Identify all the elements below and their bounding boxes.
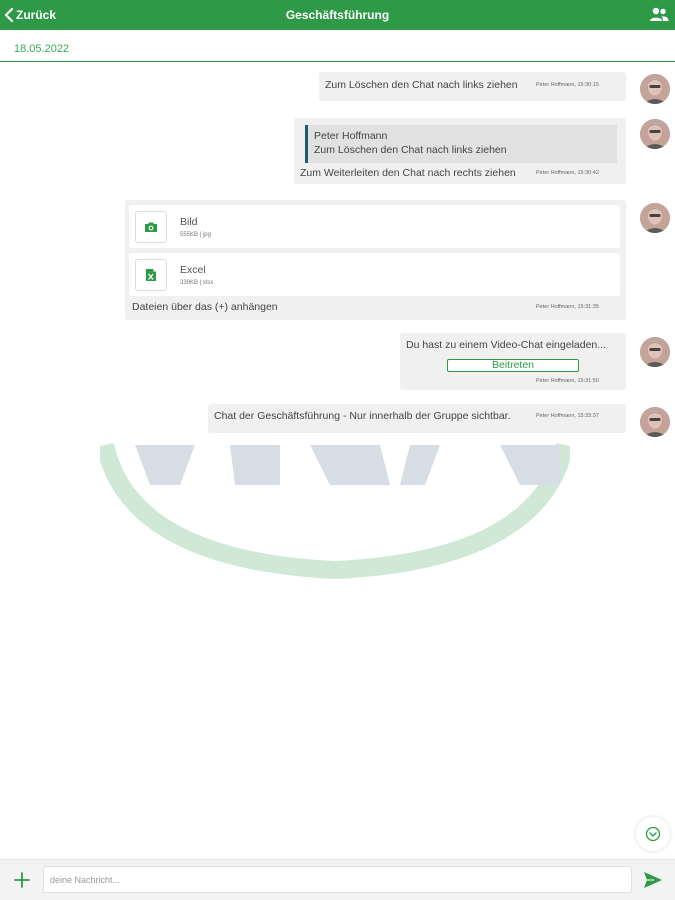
join-video-chat-button[interactable]: Beitreten xyxy=(447,359,579,372)
file-name: Bild xyxy=(180,216,198,228)
quote-author: Peter Hoffmann xyxy=(314,130,388,142)
camera-icon xyxy=(145,222,157,232)
file-attachment[interactable]: Excel 339KB | xlsx xyxy=(129,253,620,296)
send-icon xyxy=(644,872,662,888)
send-button[interactable] xyxy=(642,869,664,891)
person-photo-icon xyxy=(640,74,670,104)
group-members-button[interactable] xyxy=(649,6,669,24)
message-composer xyxy=(0,859,675,900)
chevron-left-icon xyxy=(4,8,14,22)
message-text: Du hast zu einem Video-Chat eingeladen..… xyxy=(406,339,607,351)
back-button[interactable]: Zurück xyxy=(4,0,56,30)
message-text: Zum Löschen den Chat nach links ziehen xyxy=(325,79,518,91)
avatar xyxy=(640,119,670,149)
page-title: Geschäftsführung xyxy=(285,8,390,22)
chevron-down-circle-icon xyxy=(645,826,661,842)
date-label: 18.05.2022 xyxy=(14,43,70,55)
file-name: Excel xyxy=(180,264,206,276)
message-input[interactable] xyxy=(43,866,632,893)
avatar xyxy=(640,337,670,367)
file-size: 339KB | xlsx xyxy=(180,280,214,286)
avatar xyxy=(640,74,670,104)
person-photo-icon xyxy=(640,407,670,437)
group-icon xyxy=(650,7,669,21)
file-icon-box xyxy=(135,259,167,291)
date-separator: 18.05.2022 xyxy=(0,30,675,62)
back-label: Zurück xyxy=(16,8,57,22)
avatar xyxy=(640,407,670,437)
quoted-message[interactable]: Peter Hoffmann Zum Löschen den Chat nach… xyxy=(305,125,617,163)
file-size: 555KB | jpg xyxy=(180,232,211,238)
message-meta: Peter Hoffmann, 15:31:50 xyxy=(536,378,599,384)
person-photo-icon xyxy=(640,337,670,367)
plus-icon xyxy=(14,872,30,888)
scroll-to-bottom-button[interactable] xyxy=(636,817,670,851)
message-text: Dateien über das (+) anhängen xyxy=(132,301,278,313)
top-bar: Zurück Geschäftsführung xyxy=(0,0,675,30)
attach-button[interactable] xyxy=(12,870,32,890)
file-attachment[interactable]: Bild 555KB | jpg xyxy=(129,205,620,248)
person-photo-icon xyxy=(640,119,670,149)
message-meta: Peter Hoffmann, 15:33:37 xyxy=(536,413,599,419)
message-meta: Peter Hoffmann, 15:31:35 xyxy=(536,304,599,310)
watermark-logo xyxy=(100,442,570,580)
file-icon-box xyxy=(135,211,167,243)
excel-file-icon xyxy=(146,269,156,281)
quote-text: Zum Löschen den Chat nach links ziehen xyxy=(314,144,507,156)
person-photo-icon xyxy=(640,203,670,233)
avatar xyxy=(640,203,670,233)
message-meta: Peter Hoffmann, 15:30:42 xyxy=(536,170,599,176)
message-text: Zum Weiterleiten den Chat nach rechts zi… xyxy=(300,167,516,179)
message-text: Chat der Geschäftsführung - Nur innerhal… xyxy=(214,410,511,422)
message-meta: Peter Hoffmann, 15:30:15 xyxy=(536,82,599,88)
